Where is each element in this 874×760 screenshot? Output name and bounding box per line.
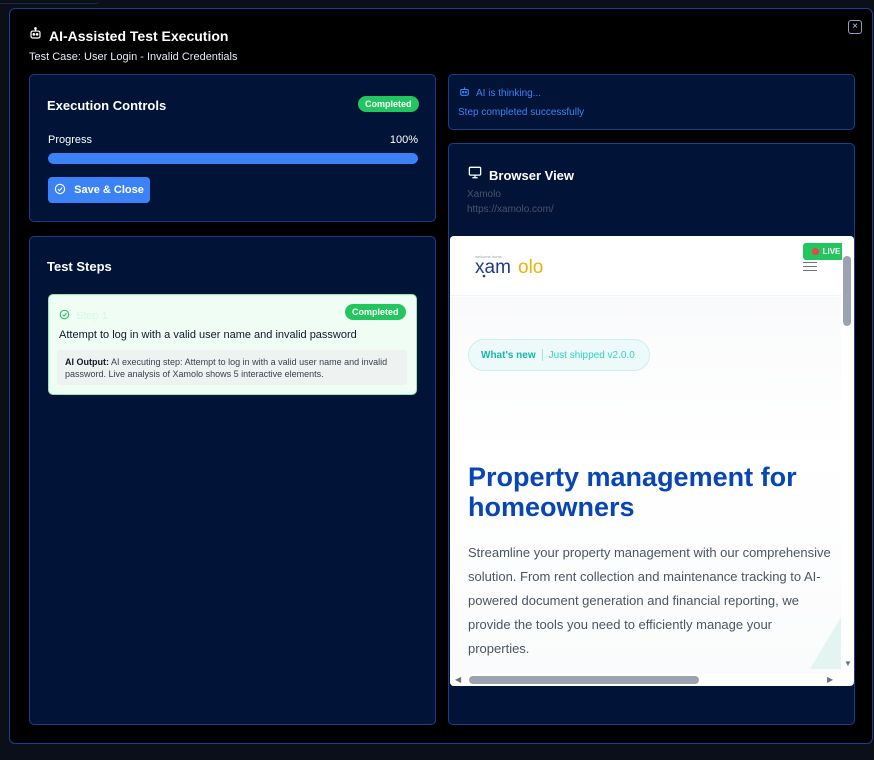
site-url: https://xamolo.com/: [467, 204, 554, 215]
browser-frame[interactable]: welcome home xam olo LIVE What's new Jus…: [450, 236, 854, 686]
browser-view-title: Browser View: [489, 167, 575, 183]
close-icon: ×: [852, 21, 858, 32]
test-case-name: Test Case: User Login - Invalid Credenti…: [29, 51, 238, 63]
xamolo-logo[interactable]: welcome home xam olo: [474, 251, 554, 279]
ai-status-message: Step completed successfully: [458, 107, 585, 118]
pill-divider: [541, 349, 543, 361]
progress-bar-fill: [48, 153, 418, 164]
ai-status-panel: AI is thinking... Step completed success…: [448, 74, 855, 130]
whats-new-label: What's new: [481, 349, 536, 361]
ai-output-label: AI Output:: [65, 357, 109, 367]
hero-description: Streamline your property management with…: [468, 545, 831, 656]
robot-icon: [29, 27, 42, 45]
release-text: Just shipped v2.0.0: [548, 349, 635, 361]
modal-title: AI-Assisted Test Execution: [49, 28, 229, 44]
close-button[interactable]: ×: [848, 20, 862, 34]
ai-thinking-text: AI is thinking...: [476, 87, 542, 99]
modal-header: AI-Assisted Test Execution Test Case: Us…: [29, 27, 237, 63]
ai-output-box: AI Output: AI executing step: Attempt to…: [57, 350, 407, 385]
vertical-scrollbar[interactable]: ▼: [842, 236, 854, 674]
step-number: Step 1: [76, 310, 108, 322]
menu-icon[interactable]: [803, 262, 817, 271]
scroll-down-arrow-icon[interactable]: ▼: [844, 660, 852, 668]
step-description: Attempt to log in with a valid user name…: [59, 329, 357, 341]
status-badge: Completed: [358, 96, 419, 112]
svg-text:xam: xam: [475, 257, 511, 278]
execution-controls-title: Execution Controls: [47, 98, 167, 113]
save-close-label: Save & Close: [74, 184, 144, 196]
progress-label: Progress: [48, 134, 93, 146]
hero-title: Property management for homeowners: [468, 462, 797, 522]
check-circle-icon: [54, 183, 66, 198]
live-label: LIVE: [822, 247, 841, 256]
live-dot-icon: [811, 248, 819, 255]
horizontal-scroll-thumb[interactable]: [469, 676, 699, 684]
progress-bar: [48, 153, 418, 164]
vertical-scroll-thumb[interactable]: [843, 256, 851, 326]
progress-percent: 100%: [389, 134, 418, 146]
background-element: [0, 0, 100, 4]
test-steps-panel: Test Steps Step 1 Completed Attempt to l…: [29, 236, 436, 725]
site-name: Xamolo: [467, 189, 501, 200]
step-status-badge: Completed: [345, 304, 406, 320]
scroll-left-arrow-icon[interactable]: ◀: [455, 676, 461, 684]
svg-text:olo: olo: [518, 257, 543, 278]
execution-controls-panel: Execution Controls Completed Progress 10…: [29, 74, 436, 222]
save-close-button[interactable]: Save & Close: [48, 177, 150, 203]
scroll-right-arrow-icon[interactable]: ▶: [827, 676, 833, 684]
monitor-icon: [468, 166, 482, 184]
step-check-icon: [59, 307, 70, 325]
test-steps-title: Test Steps: [47, 259, 112, 274]
robot-icon: [459, 86, 470, 100]
test-execution-modal: AI-Assisted Test Execution Test Case: Us…: [9, 8, 873, 744]
browser-view-panel: Browser View Xamolo https://xamolo.com/ …: [448, 143, 855, 725]
site-header: welcome home xam olo LIVE: [450, 236, 849, 296]
ai-output-text: AI executing step: Attempt to log in wit…: [65, 357, 388, 379]
test-step-card[interactable]: Step 1 Completed Attempt to log in with …: [48, 294, 417, 395]
horizontal-scrollbar[interactable]: ◀ ▶: [450, 674, 842, 686]
whats-new-pill[interactable]: What's new Just shipped v2.0.0: [468, 339, 650, 371]
